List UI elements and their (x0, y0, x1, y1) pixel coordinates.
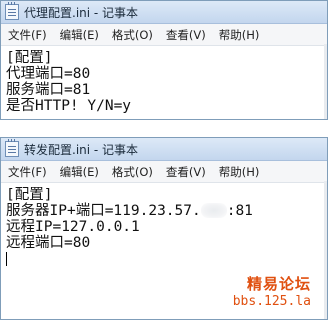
server-ip-line: 服务器IP+端口=119.23.57. :81 (6, 203, 323, 219)
watermark-url: bbs.125.la (232, 294, 311, 309)
text-line: 代理端口=80 (6, 66, 91, 82)
menu-help[interactable]: 帮助(H) (212, 164, 266, 180)
window-title: 代理配置.ini - 记事本 (24, 5, 139, 20)
menu-bar: 文件(F) 编辑(E) 格式(O) 查看(V) 帮助(H) (1, 24, 327, 46)
text-line: [配置] (6, 187, 53, 203)
text-line: 服务端口=81 (6, 82, 91, 98)
notepad-window-forward-config: 转发配置.ini - 记事本 文件(F) 编辑(E) 格式(O) 查看(V) 帮… (0, 137, 328, 320)
notepad-window-proxy-config: 代理配置.ini - 记事本 文件(F) 编辑(E) 格式(O) 查看(V) 帮… (0, 0, 328, 120)
window-title: 转发配置.ini - 记事本 (24, 142, 139, 157)
menu-edit[interactable]: 编辑(E) (53, 27, 105, 43)
server-port-suffix: :81 (226, 203, 253, 219)
menu-help[interactable]: 帮助(H) (212, 27, 266, 43)
redacted-ip-segment (200, 203, 227, 218)
watermark-cn: 精易论坛 (246, 275, 311, 293)
menu-format[interactable]: 格式(O) (105, 164, 159, 180)
menu-bar: 文件(F) 编辑(E) 格式(O) 查看(V) 帮助(H) (1, 161, 327, 183)
menu-view[interactable]: 查看(V) (159, 27, 212, 43)
title-bar[interactable]: 代理配置.ini - 记事本 (1, 1, 327, 24)
text-line: 远程端口=80 (6, 235, 91, 251)
menu-file[interactable]: 文件(F) (1, 27, 53, 43)
watermark: 精易论坛 bbs.125.la (233, 273, 311, 309)
notepad-icon (5, 139, 19, 157)
text-editor[interactable]: [配置] 服务器IP+端口=119.23.57. :81 远程IP=127.0.0… (1, 183, 327, 266)
text-caret (6, 252, 7, 266)
server-ip-prefix: 服务器IP+端口=119.23.57. (6, 203, 201, 219)
text-editor[interactable]: [配置] 代理端口=80 服务端口=81 是否HTTP! Y/N=y (1, 46, 327, 114)
text-line: 远程IP=127.0.0.1 (6, 219, 140, 235)
menu-view[interactable]: 查看(V) (159, 164, 212, 180)
scrollbar[interactable] (324, 181, 327, 319)
menu-file[interactable]: 文件(F) (1, 164, 53, 180)
notepad-icon (5, 2, 19, 20)
scrollbar[interactable] (324, 44, 327, 119)
title-bar[interactable]: 转发配置.ini - 记事本 (1, 138, 327, 161)
menu-format[interactable]: 格式(O) (105, 27, 159, 43)
menu-edit[interactable]: 编辑(E) (53, 164, 105, 180)
text-line: [配置] (6, 50, 53, 66)
text-line: 是否HTTP! Y/N=y (6, 98, 132, 114)
